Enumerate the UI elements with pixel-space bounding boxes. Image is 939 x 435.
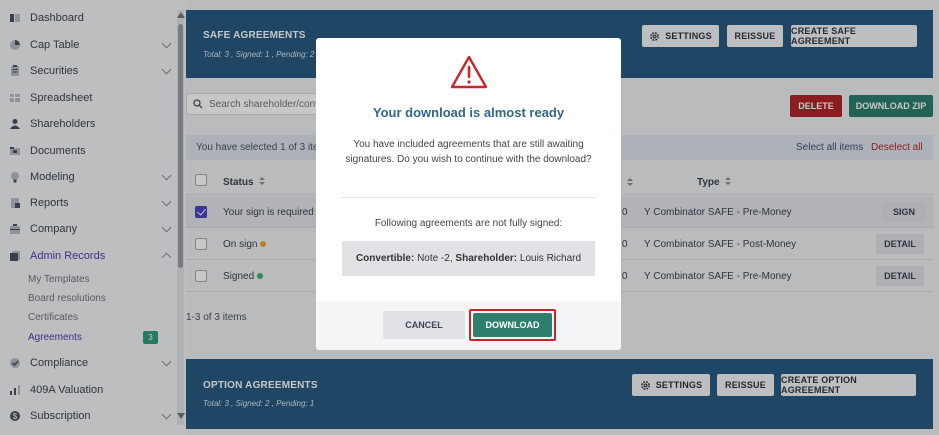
modal-message: You have included agreements that are st…: [345, 139, 592, 165]
shareholder-value: Louis Richard: [519, 253, 582, 264]
modal-title: Your download is almost ready: [372, 105, 565, 120]
cancel-button[interactable]: CANCEL: [383, 311, 465, 339]
shareholder-label: Shareholder:: [455, 253, 518, 264]
modal-divider: [341, 197, 596, 198]
modal-following-text: Following agreements are not fully signe…: [374, 218, 563, 229]
convertible-value: Note -2,: [417, 253, 453, 264]
unsigned-agreement-box: Convertible: Note -2, Shareholder: Louis…: [342, 241, 595, 276]
warning-icon: [450, 55, 488, 89]
download-warning-modal: Your download is almost ready You have i…: [316, 38, 621, 350]
convertible-label: Convertible:: [355, 253, 415, 264]
download-button[interactable]: DOWNLOAD: [473, 313, 552, 337]
